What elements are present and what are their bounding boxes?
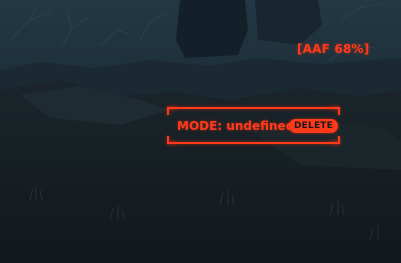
delete-button[interactable]: DELETE [289, 119, 338, 133]
game-scene: [AAF 68%] MODE: undefined DELETE [0, 0, 401, 263]
aaf-progress-indicator: [AAF 68%] [297, 42, 370, 56]
mode-label: MODE: undefined [177, 119, 294, 133]
mode-prefix: MODE: [177, 119, 223, 133]
mode-value: undefined [226, 119, 295, 133]
panel-bottom-border [167, 142, 340, 144]
panel-top-border [167, 107, 340, 109]
mode-panel: MODE: undefined DELETE [167, 107, 340, 144]
